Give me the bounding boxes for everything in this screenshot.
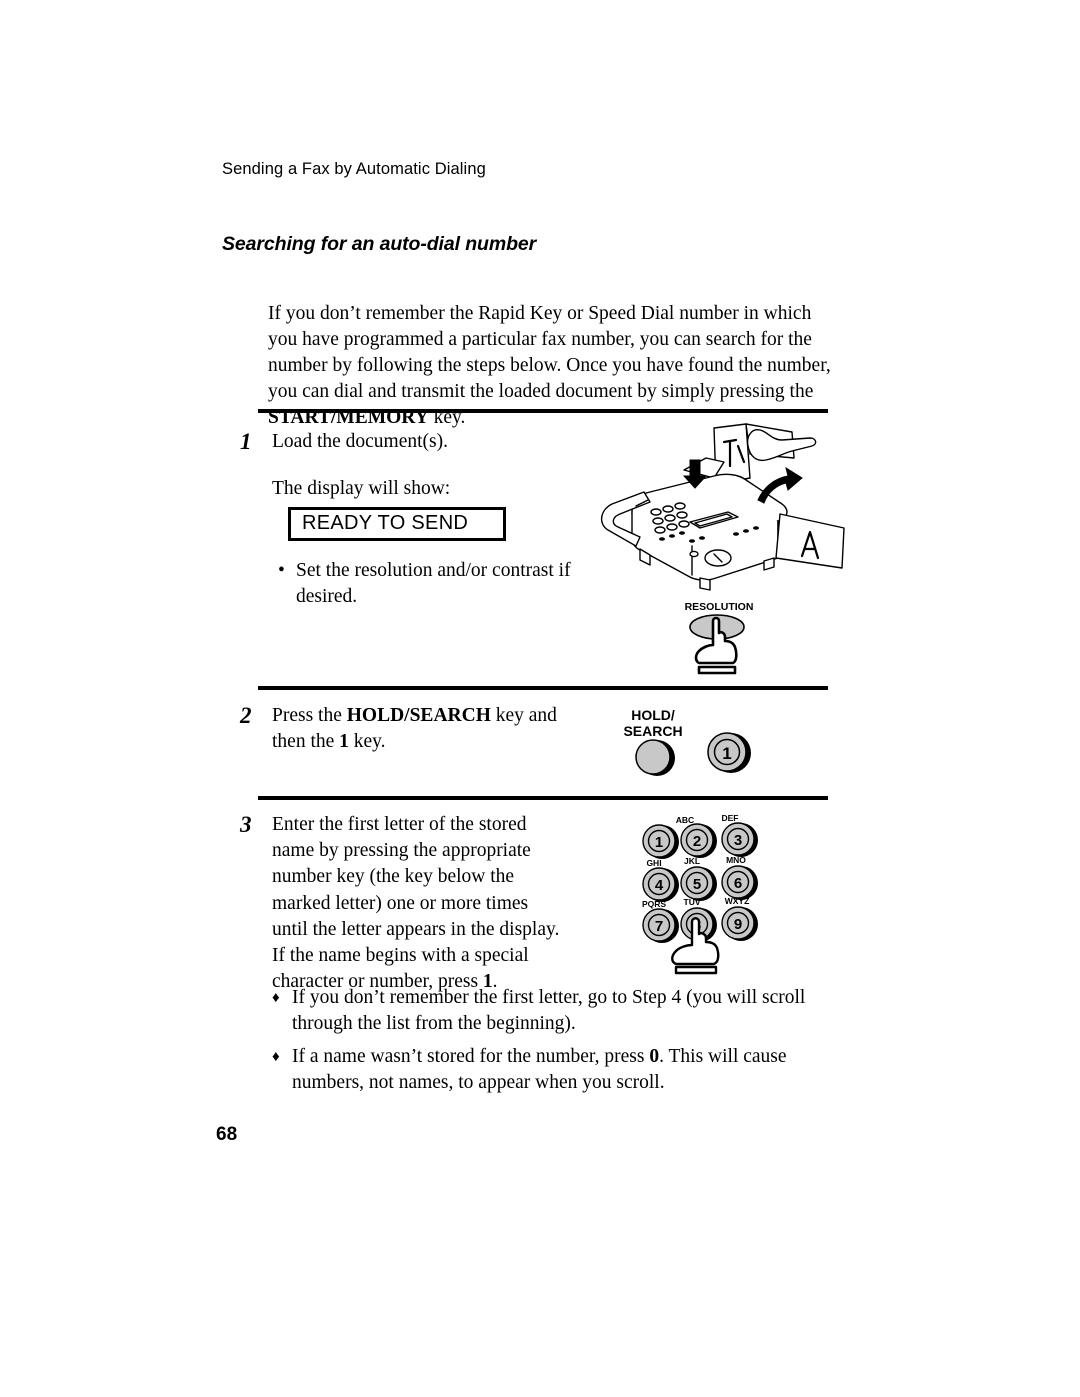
step-2-one-key: 1 — [339, 731, 349, 753]
step-2-number: 2 — [240, 703, 252, 728]
section-heading: Searching for an auto-dial number — [222, 233, 537, 255]
bullet-press-zero-key: 0 — [649, 1046, 660, 1067]
lcd-display-text: READY TO SEND — [302, 512, 469, 535]
step-3-number: 3 — [240, 812, 252, 837]
step-2-text-part1: Press the — [272, 705, 347, 726]
step-divider-3 — [258, 796, 828, 800]
resolution-label: RESOLUTION — [685, 601, 754, 613]
keypad-digit-9: 9 — [734, 916, 742, 933]
hold-label-line1: HOLD/ — [631, 707, 675, 723]
keypad-letters-3: DEF — [722, 813, 739, 823]
step-3-instruction: Enter the first letter of the stored nam… — [272, 812, 564, 995]
step-divider-1 — [258, 409, 828, 413]
step-1-number: 1 — [240, 429, 252, 454]
keypad-digit-3: 3 — [734, 832, 742, 849]
step-2-hold-search-key: HOLD/SEARCH — [346, 705, 491, 726]
keypad-illustration: ABC DEF GHI JKL MNO PQRS TUV WXYZ 1 2 3 … — [640, 806, 782, 975]
page-number: 68 — [216, 1124, 238, 1145]
running-header: Sending a Fax by Automatic Dialing — [222, 160, 486, 178]
bullet-scroll-from-beginning: If you don’t remember the first letter, … — [272, 985, 838, 1037]
manual-page: Sending a Fax by Automatic Dialing Searc… — [0, 0, 1080, 1397]
step-1-instruction: Load the document(s). — [272, 431, 448, 452]
step-2-instruction: Press the HOLD/SEARCH key and then the 1… — [272, 703, 582, 755]
intro-text-part1: If you don’t remember the Rapid Key or S… — [268, 302, 831, 403]
resolution-button-illustration: RESOLUTION — [655, 597, 783, 681]
fax-machine-illustration — [596, 418, 858, 593]
keypad-digit-4: 4 — [655, 877, 664, 894]
keypad-digit-6: 6 — [734, 875, 742, 892]
keypad-letters-4: GHI — [646, 858, 661, 868]
keypad-digit-2: 2 — [693, 833, 701, 850]
keypad-digit-7: 7 — [655, 918, 663, 935]
keypad-digit-1: 1 — [655, 834, 663, 851]
step-2-text-part3: key. — [348, 731, 386, 753]
step-3-text-part1: Enter the first letter of the stored nam… — [272, 814, 560, 993]
hold-search-button-shape — [635, 739, 671, 775]
bullet-press-zero-text-part1: If a name wasn’t stored for the number, … — [292, 1046, 650, 1067]
key-1-digit-label: 1 — [722, 744, 731, 763]
step-1-bullet-resolution: Set the resolution and/or contrast if de… — [278, 558, 588, 610]
search-label-line2: SEARCH — [623, 723, 682, 739]
hold-search-key-illustration: HOLD/ SEARCH 1 — [605, 703, 785, 785]
step-divider-2 — [258, 686, 828, 690]
keypad-digit-5: 5 — [693, 876, 701, 893]
lcd-display-box: READY TO SEND — [288, 507, 506, 541]
bullet-press-zero: If a name wasn’t stored for the number, … — [272, 1044, 838, 1096]
keypad-letters-2: ABC — [676, 815, 694, 825]
step-1-display-note: The display will show: — [272, 478, 451, 499]
